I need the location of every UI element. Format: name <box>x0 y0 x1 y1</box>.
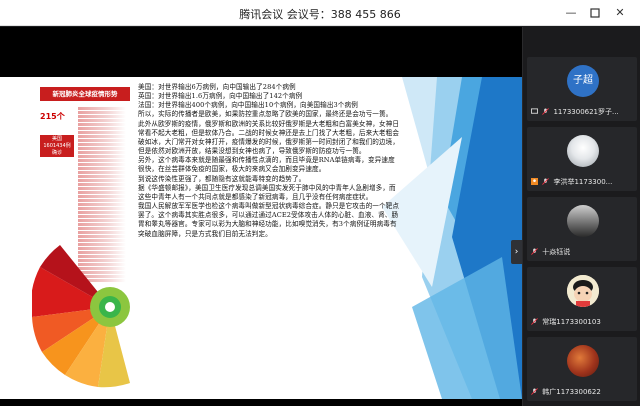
avatar <box>567 205 599 237</box>
infographic-box-line3: 确诊 <box>51 150 62 156</box>
slide-paragraph: 所以，实际的传播者是欧美，如果防控重点忽略了欧美的国家，最终还是会功亏一篑。 <box>138 110 393 119</box>
participant-tile[interactable]: 子超 1173300621罗子... <box>527 57 637 121</box>
slide-paragraph: 我国人民解放军军医学也检这个病毒叫做新型冠状病毒综合症。静只是它攻击的一个靶点罢… <box>138 202 400 238</box>
participant-name-row: 常瑞1173300103 <box>531 317 601 327</box>
participant-name-row: 十焱钰说 <box>531 247 570 257</box>
infographic-box-line1: 美国 <box>51 136 62 142</box>
avatar <box>567 135 599 167</box>
slide-blue-decoration <box>382 77 522 399</box>
avatar: 子超 <box>567 65 599 97</box>
participant-tile[interactable]: 常瑞1173300103 <box>527 267 637 331</box>
slide-paragraph: 此外从欧罗斯的疫情，俄罗斯和欧洲的关系比较好俄罗斯是大老粗和白富美女神，女神日常… <box>138 119 400 156</box>
window-title: 腾讯会议 会议号：388 455 866 <box>239 8 401 21</box>
participant-name: 1173300621罗子... <box>553 108 619 116</box>
screen-share-icon <box>531 108 538 114</box>
shared-screen-area: 新冠肺炎全球疫情形势 215个 美国 1601434例 确诊 美国：对世界输出6… <box>0 27 522 406</box>
mic-muted-icon <box>531 388 538 395</box>
expand-sidebar-arrow[interactable]: › <box>511 240 522 264</box>
participant-tile[interactable]: 十焱钰说 <box>527 197 637 261</box>
participant-name-row: 韩广1173300622 <box>531 387 601 397</box>
user-icon <box>531 178 538 185</box>
close-icon[interactable]: ✕ <box>611 4 629 22</box>
maximize-icon[interactable] <box>586 4 604 22</box>
participant-name-row: 1173300621罗子... <box>531 107 619 117</box>
slide-paragraph: 英国：对世界输出1.6万病例，向中国输出了142个病例 <box>138 92 303 101</box>
shared-slide: 新冠肺炎全球疫情形势 215个 美国 1601434例 确诊 美国：对世界输出6… <box>0 77 522 399</box>
slide-paragraph: 到说这传染性更强了，都随隐有这就能毒特变的趋势了。 <box>138 174 306 183</box>
mic-muted-icon <box>542 108 550 115</box>
participant-name: 常瑞1173300103 <box>542 318 601 326</box>
infographic-big-number: 215个 <box>40 112 65 121</box>
slide-paragraph: 据《华盛顿邮报》，美国卫生医疗发现总调美国实发死于肺中风的中青年人急剧增多，而这… <box>138 183 396 201</box>
mic-muted-icon <box>531 248 538 255</box>
slide-paragraph: 美国：对世界输出6万病例，向中国输出了284个病例 <box>138 83 296 91</box>
participant-name: 李洪举1173300... <box>553 178 613 186</box>
infographic-usa-box: 美国 1601434例 确诊 <box>40 135 74 157</box>
slide-paragraph: 另外，这个病毒本来就是随最强和传播性点滴的，而且毕竟是RNA单链病毒，变异速度很… <box>138 156 395 174</box>
participant-name-row: 李洪举1173300... <box>531 177 612 187</box>
cartoon-avatar-icon <box>567 275 599 307</box>
mic-muted-icon <box>531 318 538 325</box>
participant-sidebar: 子超 1173300621罗子... 李洪举1173300... 十焱钰说 常瑞… <box>522 27 640 406</box>
participant-name: 韩广1173300622 <box>542 388 601 396</box>
participant-tile[interactable]: 韩广1173300622 <box>527 337 637 401</box>
infographic-radial-chart <box>32 245 130 388</box>
slide-text-body: 美国：对世界输出6万病例，向中国输出了284个病例 英国：对世界输出1.6万病例… <box>138 83 400 239</box>
participant-name: 十焱钰说 <box>542 248 571 256</box>
mic-muted-icon <box>542 178 550 185</box>
covid-infographic: 新冠肺炎全球疫情形势 215个 美国 1601434例 确诊 <box>32 77 132 399</box>
title-bar: 腾讯会议 会议号：388 455 866 — ✕ <box>0 0 640 26</box>
avatar <box>567 275 599 307</box>
infographic-header: 新冠肺炎全球疫情形势 <box>40 87 130 101</box>
infographic-box-line2: 1601434例 <box>43 143 71 149</box>
participant-tile[interactable]: 李洪举1173300... <box>527 127 637 191</box>
minimize-icon[interactable]: — <box>562 4 580 22</box>
avatar <box>567 345 599 377</box>
